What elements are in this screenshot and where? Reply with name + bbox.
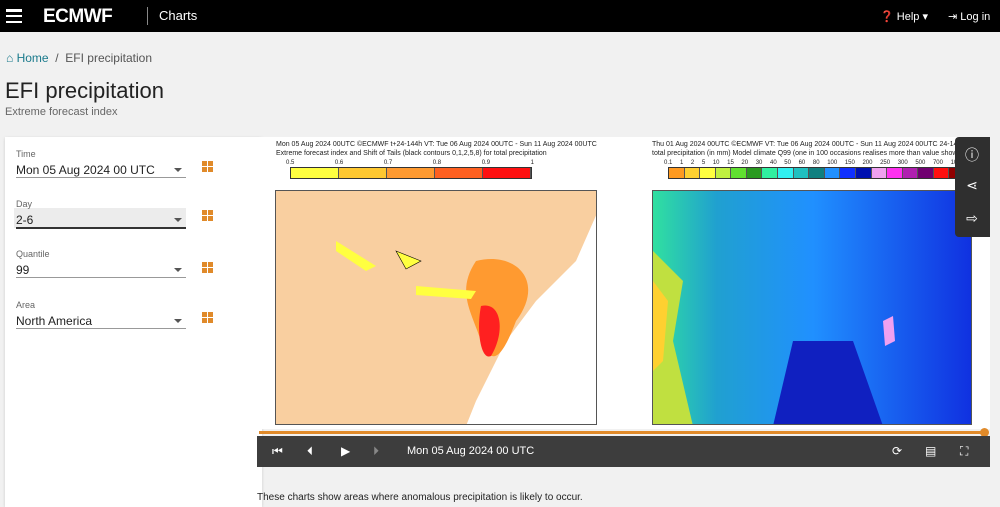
colorbar-tick: 0.1 [664, 160, 673, 166]
colorbar-tick: 100 [827, 160, 838, 166]
fullscreen-icon[interactable]: ⛶ [960, 444, 968, 459]
colorbar-tick: 0.7 [383, 160, 393, 166]
description-text: These charts show areas where anomalous … [257, 492, 583, 503]
colorbar-swatch [746, 168, 763, 178]
grid-icon[interactable] [202, 312, 213, 323]
current-frame-date: Mon 05 Aug 2024 00 UTC [407, 445, 535, 457]
colorbar-swatch [762, 168, 779, 178]
play-icon[interactable]: ▶ [341, 444, 350, 458]
colorbar-swatch [809, 168, 825, 178]
info-icon[interactable]: ⓘ [964, 145, 980, 165]
chevron-down-icon [174, 268, 182, 272]
colorbar-tick: 50 [784, 160, 791, 166]
colorbar-swatch [902, 168, 919, 178]
left-chart-header: Mon 05 Aug 2024 00UTC ©ECMWF t+24-144h V… [276, 141, 597, 157]
options-panel: Time Mon 05 Aug 2024 00 UTC Day 2-6 Quanti… [5, 137, 262, 507]
colorbar-tick: 1 [530, 160, 534, 166]
colorbar-swatch [918, 168, 934, 178]
export-icon[interactable]: ⇨ [964, 210, 980, 227]
section-title[interactable]: Charts [159, 8, 197, 23]
left-efi-map [275, 190, 597, 425]
page-title: EFI precipitation [5, 78, 164, 103]
previous-frame-icon[interactable]: ⏴ [307, 444, 313, 459]
loop-icon[interactable]: ⟳ [892, 444, 902, 458]
colorbar-swatch [291, 168, 339, 178]
colorbar-tick: 250 [880, 160, 891, 166]
colorbar-tick: 10 [712, 160, 720, 166]
colorbar-swatch [715, 168, 732, 178]
login-icon: ⇥ [948, 11, 961, 23]
grid-icon[interactable] [202, 161, 213, 172]
colorbar-swatch [871, 168, 888, 178]
chevron-down-icon [174, 319, 182, 323]
right-colorbar-ticks: 0.1 1 2 5 10 15 20 30 40 50 60 80 100 150 200 250 300 500… [664, 160, 964, 166]
right-chart-header: Thu 01 Aug 2024 00UTC ©ECMWF VT: Tue 06 … [652, 141, 955, 157]
colorbar-swatch [669, 168, 685, 178]
colorbar-tick: 60 [798, 160, 806, 166]
layout-icon[interactable]: ▤ [925, 444, 936, 458]
colorbar-swatch [387, 168, 435, 178]
climate-map-graphic [653, 191, 971, 424]
colorbar-tick: 200 [862, 160, 873, 166]
colorbar-tick: 80 [812, 160, 820, 166]
colorbar-tick: 40 [770, 160, 777, 166]
chart-viewer: Mon 05 Aug 2024 00UTC ©ECMWF t+24-144h V… [257, 137, 990, 429]
home-icon: ⌂ [6, 51, 14, 65]
breadcrumb: ⌂ Home / EFI precipitation [6, 51, 152, 65]
efi-map-graphic [276, 191, 596, 424]
colorbar-swatch [887, 168, 903, 178]
ecmwf-logo[interactable]: ECMWF [43, 6, 113, 28]
chevron-down-icon [174, 218, 182, 222]
colorbar-tick: 150 [844, 160, 855, 166]
help-icon: ❓ [880, 11, 897, 23]
colorbar-tick: 0.6 [334, 160, 344, 166]
time-slider[interactable] [259, 431, 986, 434]
colorbar-swatch [339, 168, 387, 178]
colorbar-swatch [824, 168, 841, 178]
colorbar-tick: 30 [755, 160, 763, 166]
colorbar-tick: 15 [727, 160, 734, 166]
colorbar-swatch [483, 168, 531, 178]
colorbar-swatch [933, 168, 950, 178]
colorbar-swatch [731, 168, 747, 178]
colorbar-tick: 700 [932, 160, 943, 166]
chevron-down-icon [174, 168, 182, 172]
colorbar-tick: 2 [690, 160, 695, 166]
colorbar-swatch [793, 168, 810, 178]
colorbar-swatch [840, 168, 856, 178]
divider [147, 7, 148, 25]
colorbar-tick: 0.8 [432, 160, 442, 166]
colorbar-swatch [684, 168, 701, 178]
colorbar-swatch [778, 168, 794, 178]
first-frame-icon[interactable]: ⏮ [272, 444, 283, 459]
colorbar-tick: 500 [915, 160, 926, 166]
help-menu[interactable]: ❓ Help ▾ [880, 10, 928, 23]
colorbar-tick: 0.5 [286, 160, 295, 166]
colorbar-tick: 0.9 [481, 160, 491, 166]
colorbar-swatch [855, 168, 872, 178]
player-controls: ⏮ ⏴ ▶ ⏵ Mon 05 Aug 2024 00 UTC ⟳ ▤ ⛶ [257, 436, 990, 467]
colorbar-swatch [435, 168, 483, 178]
grid-icon[interactable] [202, 210, 213, 221]
grid-icon[interactable] [202, 262, 213, 273]
colorbar-tick: 300 [897, 160, 908, 166]
share-icon[interactable]: ⋖ [964, 177, 980, 194]
next-frame-icon[interactable]: ⏵ [373, 444, 379, 459]
colorbar-tick: 20 [741, 160, 749, 166]
page-subtitle: Extreme forecast index [5, 106, 118, 118]
login-link[interactable]: ⇥ Log in [948, 10, 990, 23]
colorbar-tick: 5 [701, 160, 706, 166]
breadcrumb-current: EFI precipitation [65, 51, 152, 65]
chart-side-toolbar: ⓘ ⋖ ⇨ [955, 137, 990, 237]
colorbar-swatch [700, 168, 716, 178]
left-colorbar [290, 167, 532, 179]
right-climate-map [652, 190, 972, 425]
left-colorbar-ticks: 0.5 0.6 0.7 0.8 0.9 1 [286, 160, 534, 166]
menu-icon[interactable] [6, 9, 22, 23]
breadcrumb-home[interactable]: ⌂ Home [6, 51, 49, 65]
right-colorbar [668, 167, 966, 179]
top-bar: ECMWF Charts ❓ Help ▾ ⇥ Log in [0, 0, 1000, 32]
colorbar-tick: 1 [679, 160, 684, 166]
